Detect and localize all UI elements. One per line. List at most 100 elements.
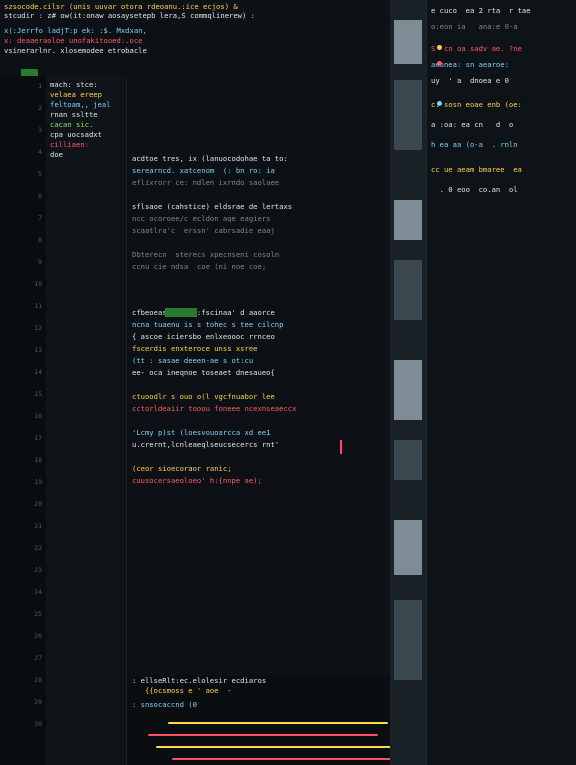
top-line-2: stcudir : z# ow(it:onaw aosaysetepb lera… <box>4 11 255 20</box>
minimap-block <box>394 520 422 575</box>
status-dot <box>437 101 442 106</box>
code-line: Dbterecn sterecs xpecnseni cosoln <box>132 250 280 259</box>
file-header: x(:Jerrfo ladjT:p ek: :$. Mxdxan, x: dea… <box>0 22 390 76</box>
code-line: u.crernt,lcnleaeqlseucsecercs rnt' <box>132 440 280 449</box>
right-line: cc ue aeam bmaree ea <box>431 165 522 174</box>
tree-item[interactable]: velaea ereep <box>50 90 102 99</box>
code-line: (tt : sasae deeen-ae s ot:cu <box>132 356 254 365</box>
status-dot <box>437 45 442 50</box>
selection-highlight <box>148 299 198 326</box>
minimap-block <box>394 20 422 64</box>
right-line: e cuco ea 2 rta r tae <box>431 6 531 15</box>
tree-item[interactable]: feltoam,, jeal <box>50 100 111 109</box>
line-number: 22 <box>34 544 42 552</box>
line-number: 9 <box>38 258 42 266</box>
bottom-line: : snsocaccnd (0 <box>132 700 197 709</box>
top-command-bar: szsocode.cilsr (unis uuvar otora rdeoanu… <box>0 0 390 22</box>
code-line: scaatlra'c erssn' cabrsadie eaaj <box>132 226 275 235</box>
top-line-1: szsocode.cilsr (unis uuvar otora rdeoanu… <box>4 2 238 11</box>
minimap-block <box>394 260 422 320</box>
minimap-block <box>394 360 422 420</box>
code-line: sflsaoe (cahstice) eldsrae de lertaxs <box>132 202 293 211</box>
code-editor[interactable]: acdtoe tres, ix (lanuocodohae ta to: ser… <box>128 76 390 676</box>
code-line: ncc ocoroee/c ecldon aqe eagiers <box>132 214 271 223</box>
code-line: { ascoe iciersbo enlxeoooc rrnceo <box>132 332 275 341</box>
minimap-block <box>394 440 422 480</box>
line-number: 30 <box>34 720 42 728</box>
header-status <box>4 60 39 76</box>
right-line: h ea aa (o-a . rnln <box>431 140 518 149</box>
right-line: S cn oa sadv ae. ?ne <box>431 44 522 53</box>
code-line: eflixrorr ce: ndlen ixrndo saolaee <box>132 178 280 187</box>
minimap-block <box>394 200 422 240</box>
right-panel: e cuco ea 2 rta r tae o:eon ia ana:e 0-a… <box>426 0 576 765</box>
right-line: . 0 eoo co.an ol <box>431 185 518 194</box>
tree-item[interactable]: cpa uocsadxt <box>50 130 102 139</box>
line-number: 10 <box>34 280 42 288</box>
code-line: ee- oca ineqnoe toseaet dnesaueo{ <box>132 368 275 377</box>
right-line: aeonea: sn aearoe: <box>431 60 509 69</box>
progress-bar <box>148 734 378 736</box>
line-number: 4 <box>38 148 42 156</box>
tree-item[interactable]: mach: stce: <box>50 80 98 89</box>
code-line: fscerdis enxteroce unss xsree <box>132 344 258 353</box>
code-line: (ceor sioecoraor ranic; <box>132 464 232 473</box>
minimap-block <box>394 80 422 150</box>
line-number: 17 <box>34 434 42 442</box>
line-number: 15 <box>34 390 42 398</box>
line-number: 20 <box>34 500 42 508</box>
line-number-gutter: 1 2 3 4 5 6 7 8 9 10 11 12 13 14 15 16 17 18 19 20 21 22 23 24 2… <box>0 76 46 765</box>
line-number: 8 <box>38 236 42 244</box>
bottom-line: {{ocsmoss e ' aoe - <box>132 686 245 695</box>
minimap-block <box>394 600 422 680</box>
header-line-3: vsinerarlnr. xlosemodee etrobacle <box>4 46 147 55</box>
line-number: 1 <box>38 82 42 90</box>
line-number: 18 <box>34 456 42 464</box>
line-number: 21 <box>34 522 42 530</box>
line-number: 12 <box>34 324 42 332</box>
line-number: 28 <box>34 676 42 684</box>
line-number: 29 <box>34 698 42 706</box>
code-line: acdtoe tres, ix (lanuocodohae ta to: <box>132 154 288 163</box>
line-number: 24 <box>34 588 42 596</box>
right-line: a :oa: ea cn d o <box>431 120 514 129</box>
progress-bar <box>172 758 392 760</box>
right-line: c: sosn eoae enb (oe: <box>431 100 522 109</box>
line-number: 5 <box>38 170 42 178</box>
bottom-line: : ellseRlt:ec.elolesir ecdiaros <box>132 676 267 685</box>
progress-bar <box>156 746 406 748</box>
line-number: 2 <box>38 104 42 112</box>
progress-bar <box>168 722 388 724</box>
code-line: serearncd. xatcenom (: bn ro: ia <box>132 166 275 175</box>
line-number: 25 <box>34 610 42 618</box>
status-dot <box>437 61 442 66</box>
code-line: ctuoodlr s ouo o(l vgcfnuabor lee <box>132 392 275 401</box>
header-line-1: x(:Jerrfo ladjT:p ek: :$. Mxdxan, <box>4 26 147 35</box>
code-line: ccnu cie ndsa coe (ni noe coe; <box>132 262 267 271</box>
right-line: uy ' a dnoea e 0 <box>431 76 509 85</box>
line-number: 6 <box>38 192 42 200</box>
line-number: 13 <box>34 346 42 354</box>
line-number: 19 <box>34 478 42 486</box>
active-marker[interactable] <box>21 69 39 76</box>
line-number: 16 <box>34 412 42 420</box>
code-line: cctorldeaiir tooou foneee ncexnseaeccx <box>132 404 297 413</box>
minimap[interactable] <box>390 0 426 765</box>
line-number: 23 <box>34 566 42 574</box>
tree-item[interactable]: doe <box>50 150 63 159</box>
tree-item[interactable]: rnan ssltte <box>50 110 98 119</box>
code-line: 'Lcmy p)st (loesvouoarcca xd ee1 <box>132 428 271 437</box>
header-line-2: x: deaaeraoloe unofakitooed:.oce <box>4 36 143 45</box>
right-line: o:eon ia ana:e 0-a <box>431 22 518 31</box>
tree-item[interactable]: cacan sic. <box>50 120 93 129</box>
line-number: 3 <box>38 126 42 134</box>
line-number: 27 <box>34 654 42 662</box>
line-number: 7 <box>38 214 42 222</box>
line-number: 11 <box>34 302 42 310</box>
output-panel: : ellseRlt:ec.elolesir ecdiaros {{ocsmos… <box>128 676 428 765</box>
file-tree: mach: stce: velaea ereep feltoam,, jeal … <box>46 76 127 765</box>
code-line: cuusocersaeoloeo' h:{nnpe ae); <box>132 476 262 485</box>
tree-item[interactable]: cilliaen: <box>50 140 89 149</box>
line-number: 14 <box>34 368 42 376</box>
text-caret <box>340 440 342 454</box>
